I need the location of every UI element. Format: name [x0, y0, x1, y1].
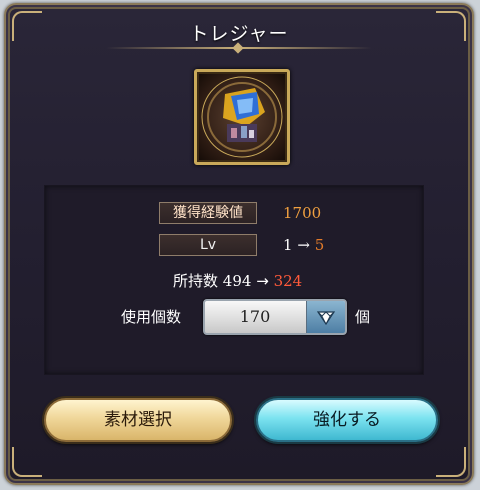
title-divider	[106, 47, 372, 49]
use-count-value: 170	[239, 307, 271, 326]
dialog-title: トレジャー	[189, 23, 289, 45]
level-current: 1	[283, 236, 293, 254]
select-material-button[interactable]: 素材選択	[44, 398, 232, 442]
owned-count: 所持数 494 → 324	[173, 270, 302, 291]
use-count-dropdown-button[interactable]	[306, 301, 345, 333]
enhance-info-panel: 獲得経験値 1700 Lv 1 → 5 所持数 494 → 324 使用個数 1…	[44, 185, 424, 375]
level-new: 5	[314, 236, 325, 254]
exp-value: 1700	[283, 204, 322, 222]
treasure-dialog: トレジャー 獲得経験値 1700 Lv 1 → 5 所持数 494 → 324	[4, 3, 474, 485]
level-change: 1 → 5	[283, 236, 324, 254]
owned-arrow: →	[256, 272, 269, 290]
corner-ornament	[12, 447, 42, 477]
treasure-crystal-icon	[194, 69, 290, 165]
use-count-unit: 個	[355, 308, 371, 326]
level-arrow: →	[297, 236, 310, 254]
owned-label: 所持数	[173, 272, 219, 290]
owned-new: 324	[273, 272, 303, 290]
diamond-chevron-icon	[316, 311, 336, 326]
level-label: Lv	[159, 234, 257, 256]
use-count-select[interactable]: 170	[203, 299, 347, 335]
corner-ornament	[436, 447, 466, 477]
owned-current: 494	[222, 272, 252, 290]
exp-label: 獲得経験値	[159, 202, 257, 224]
select-material-label: 素材選択	[104, 410, 172, 430]
enhance-button[interactable]: 強化する	[256, 398, 438, 442]
use-count-label: 使用個数	[121, 308, 182, 326]
enhance-label: 強化する	[313, 410, 381, 430]
